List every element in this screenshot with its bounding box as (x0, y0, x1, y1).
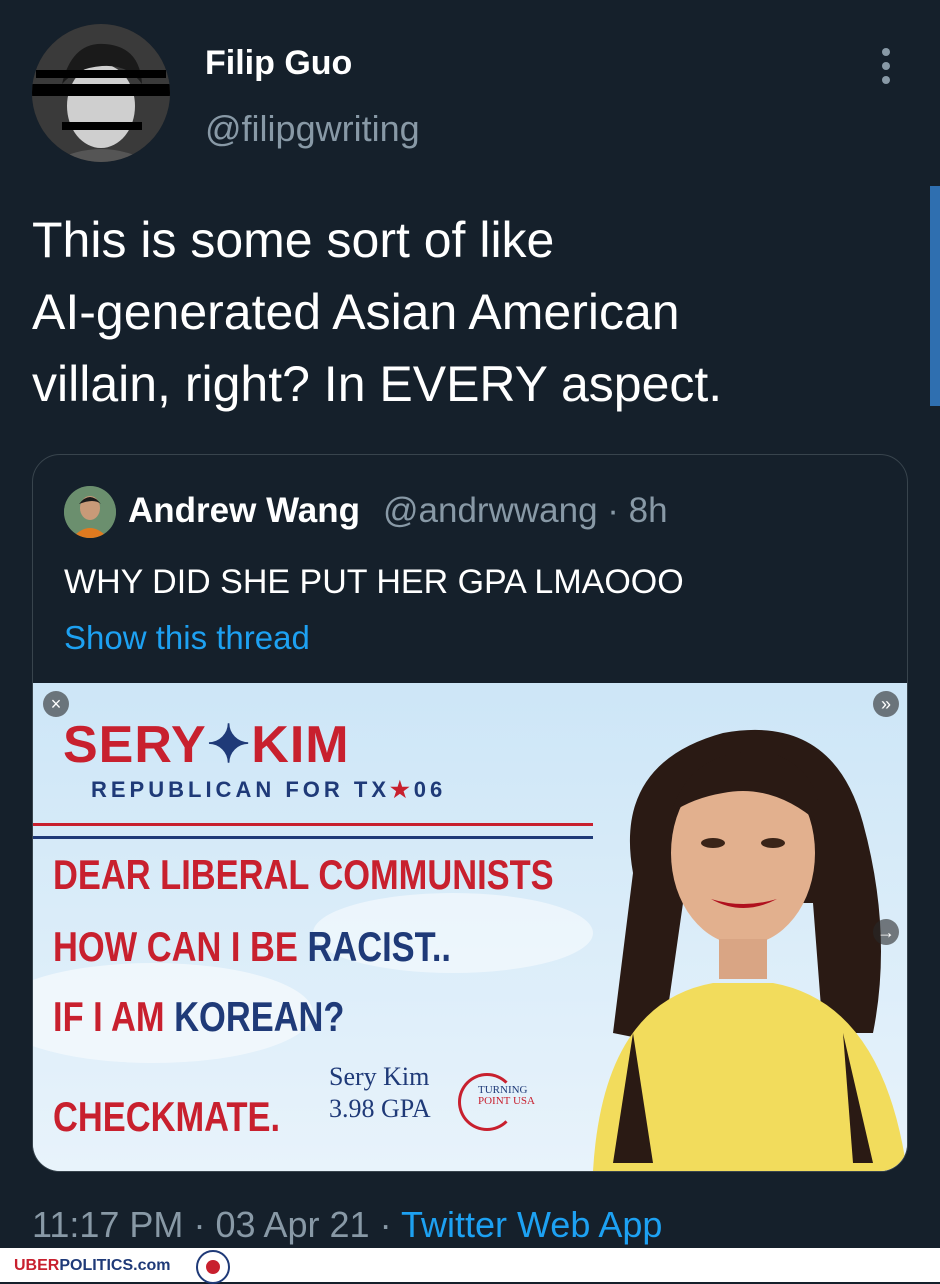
next-arrow-icon[interactable]: → (873, 919, 899, 945)
ad-headline-3: IF I AM KOREAN? (53, 993, 345, 1040)
quoted-author-name[interactable]: Andrew Wang (128, 491, 360, 531)
quoted-author-avatar[interactable] (64, 486, 116, 538)
quoted-author-meta: @andrwwang · 8h (383, 491, 668, 530)
quoted-tweet-card[interactable]: Andrew Wang @andrwwang · 8h WHY DID SHE … (32, 454, 908, 1172)
ad-brand-first: SERY (63, 716, 207, 774)
tweet-text-line: This is some sort of like (32, 212, 555, 268)
watermark-bar: UBERPOLITICS.com (0, 1248, 940, 1284)
close-ad-icon[interactable]: × (43, 691, 69, 717)
ad-divider (33, 823, 593, 839)
scrollbar[interactable] (930, 186, 940, 406)
star-icon: ★ (390, 777, 414, 802)
ad-headline-1: DEAR LIBERAL COMMUNISTS (53, 851, 554, 898)
tweet-source-link[interactable]: Twitter Web App (401, 1204, 662, 1245)
ad-subtitle: REPUBLICAN FOR TX★06 (91, 777, 447, 802)
ad-brand-last: KIM (251, 716, 350, 774)
show-thread-link[interactable]: Show this thread (64, 619, 310, 657)
separator: · (379, 1204, 392, 1245)
tweet-footer: 11:17 PM · 03 Apr 21 · Twitter Web App (32, 1204, 662, 1246)
tweet-text-line: villain, right? In EVERY aspect. (32, 356, 723, 412)
ad-brand: SERY✦KIM (63, 715, 350, 775)
turning-point-logo-text: TURNING POINT USA (478, 1084, 535, 1107)
texas-star-icon: ✦ (206, 716, 252, 774)
ad-signature: Sery Kim 3.98 GPA (329, 1062, 431, 1123)
ad-checkmate: CHECKMATE. (53, 1093, 281, 1140)
watermark-seal-icon (196, 1250, 230, 1284)
tweet-date[interactable]: 03 Apr 21 (215, 1204, 369, 1245)
author-handle[interactable]: @filipgwriting (205, 108, 420, 150)
tweet-text-line: AI-generated Asian American (32, 284, 680, 340)
separator: · (193, 1204, 206, 1245)
author-name[interactable]: Filip Guo (205, 44, 352, 83)
tweet-text: This is some sort of like AI-generated A… (32, 204, 892, 420)
forward-ad-icon[interactable]: » (873, 691, 899, 717)
quoted-tweet-image[interactable]: SERY✦KIM REPUBLICAN FOR TX★06 DEAR LIBER… (33, 683, 907, 1171)
ad-headline-2: HOW CAN I BE RACIST.. (53, 923, 451, 970)
tweet-time[interactable]: 11:17 PM (32, 1204, 183, 1245)
more-options-icon[interactable] (878, 48, 894, 90)
quoted-tweet-text: WHY DID SHE PUT HER GPA LMAOOO (64, 563, 684, 601)
author-avatar[interactable] (32, 24, 170, 162)
candidate-portrait (593, 729, 907, 1171)
watermark-text: UBERPOLITICS.com (14, 1257, 171, 1274)
